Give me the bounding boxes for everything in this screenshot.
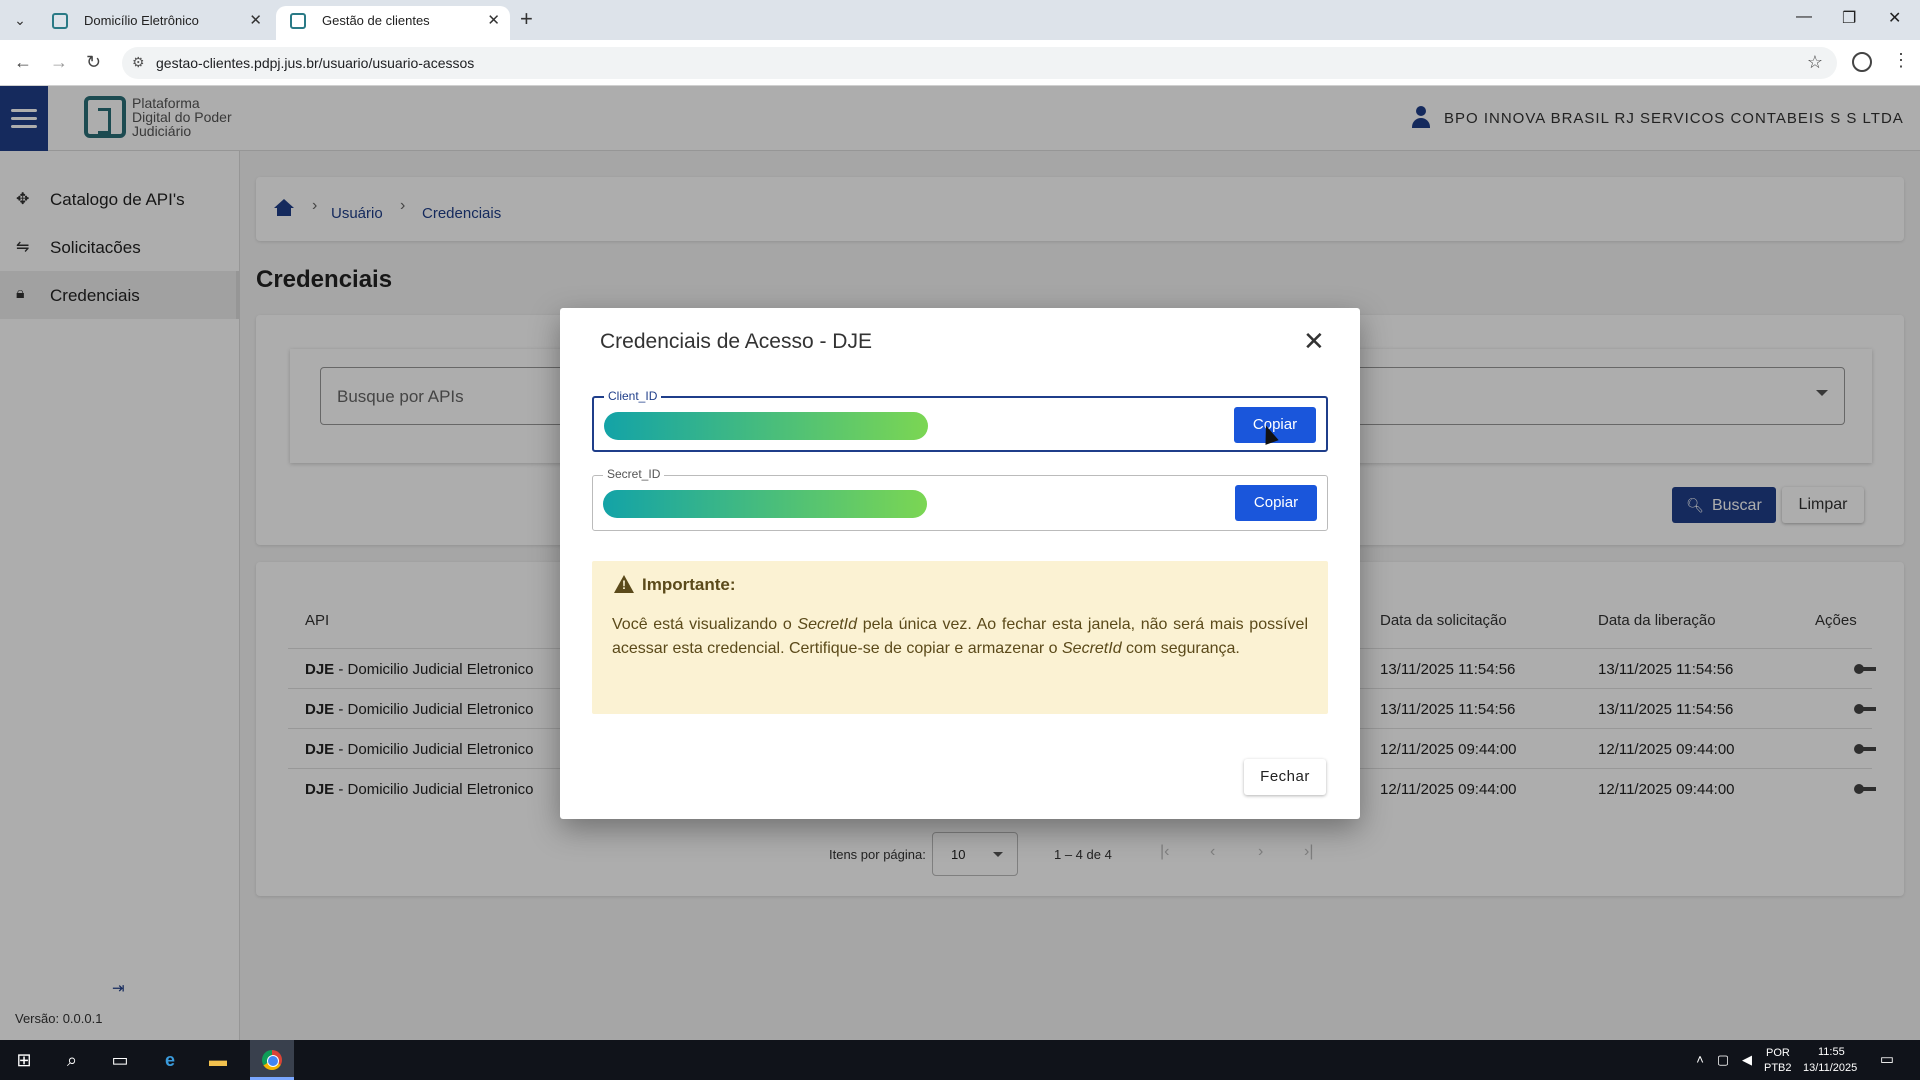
profile-icon[interactable] xyxy=(1852,52,1872,72)
keyboard-layout[interactable]: PTB2 xyxy=(1764,1061,1792,1075)
windows-taskbar: ⊞ ⌕ ▭ e ▬ ˄ ▢ ◀ POR PTB2 11:55 13/11/202… xyxy=(0,1040,1920,1080)
secret-id-field[interactable]: Secret_ID Copiar xyxy=(592,467,1328,531)
tab-favicon-icon xyxy=(52,13,68,29)
secret-id-label: Secret_ID xyxy=(603,467,665,481)
forward-icon[interactable]: → xyxy=(50,52,68,73)
url-text: gestao-clientes.pdpj.jus.br/usuario/usua… xyxy=(156,55,475,71)
browser-tab-domicilio[interactable]: Domicílio Eletrônico ✕ xyxy=(38,6,272,40)
secret-id-masked-value xyxy=(603,490,927,518)
browser-menu-icon[interactable]: ⋮ xyxy=(1892,50,1910,71)
browser-tab-bar: ⌄ Domicílio Eletrônico ✕ Gestão de clien… xyxy=(0,0,1920,40)
copy-secret-id-button[interactable]: Copiar xyxy=(1235,485,1317,521)
fechar-button[interactable]: Fechar xyxy=(1244,759,1326,795)
site-info-icon[interactable]: ⚙ xyxy=(132,54,145,71)
client-id-label: Client_ID xyxy=(604,389,662,403)
close-window-icon[interactable]: ✕ xyxy=(1888,8,1901,28)
search-icon[interactable]: ⌕ xyxy=(60,1048,84,1072)
close-tab-icon[interactable]: ✕ xyxy=(249,6,262,36)
chrome-taskbar-button[interactable] xyxy=(250,1040,294,1080)
clock-date[interactable]: 13/11/2025 xyxy=(1803,1061,1857,1075)
browser-tab-gestao[interactable]: Gestão de clientes ✕ xyxy=(276,6,510,40)
client-id-masked-value xyxy=(604,412,928,440)
close-icon[interactable]: ✕ xyxy=(1303,328,1325,354)
volume-icon[interactable]: ◀ xyxy=(1738,1048,1756,1072)
warning-icon xyxy=(614,575,634,593)
important-notice: Importante: Você está visualizando o Sec… xyxy=(592,561,1328,714)
network-icon[interactable]: ▢ xyxy=(1714,1048,1732,1072)
new-tab-icon[interactable]: + xyxy=(520,6,533,32)
important-text: Você está visualizando o SecretId pela ú… xyxy=(612,613,1308,661)
credentials-modal: Credenciais de Acesso - DJE ✕ Client_ID … xyxy=(560,308,1360,819)
secretid-emphasis: SecretId xyxy=(797,616,858,633)
tab-label: Domicílio Eletrônico xyxy=(84,13,199,28)
windows-start-icon[interactable]: ⊞ xyxy=(12,1048,36,1072)
reload-icon[interactable]: ↻ xyxy=(86,52,101,73)
language-indicator[interactable]: POR xyxy=(1766,1046,1790,1060)
notification-icon[interactable]: ▭ xyxy=(1876,1048,1898,1072)
secretid-emphasis: SecretId xyxy=(1062,640,1122,657)
tab-favicon-icon xyxy=(290,13,306,29)
important-text-part: com segurança. xyxy=(1121,640,1240,657)
modal-title: Credenciais de Acesso - DJE xyxy=(600,330,872,353)
internet-explorer-icon[interactable]: e xyxy=(158,1048,182,1072)
address-bar-row: ← → ↻ ⚙ gestao-clientes.pdpj.jus.br/usua… xyxy=(0,40,1920,86)
important-text-part: Você está visualizando o xyxy=(612,616,798,633)
chevron-up-icon[interactable]: ˄ xyxy=(1692,1048,1708,1072)
bookmark-star-icon[interactable]: ☆ xyxy=(1807,52,1823,73)
tab-label: Gestão de clientes xyxy=(322,13,430,28)
url-field[interactable]: ⚙ gestao-clientes.pdpj.jus.br/usuario/us… xyxy=(122,47,1837,79)
restore-icon[interactable]: ❐ xyxy=(1842,8,1856,28)
chrome-icon xyxy=(262,1050,282,1070)
task-view-icon[interactable]: ▭ xyxy=(108,1048,132,1072)
clock-time[interactable]: 11:55 xyxy=(1818,1045,1845,1059)
file-explorer-icon[interactable]: ▬ xyxy=(206,1048,230,1072)
client-id-field[interactable]: Client_ID Copiar xyxy=(592,389,1328,452)
important-title: Importante: xyxy=(642,575,736,594)
minimize-icon[interactable]: — xyxy=(1796,8,1812,26)
back-icon[interactable]: ← xyxy=(14,52,32,73)
tab-search-dropdown-icon[interactable]: ⌄ xyxy=(8,8,32,32)
close-tab-icon[interactable]: ✕ xyxy=(487,6,500,36)
